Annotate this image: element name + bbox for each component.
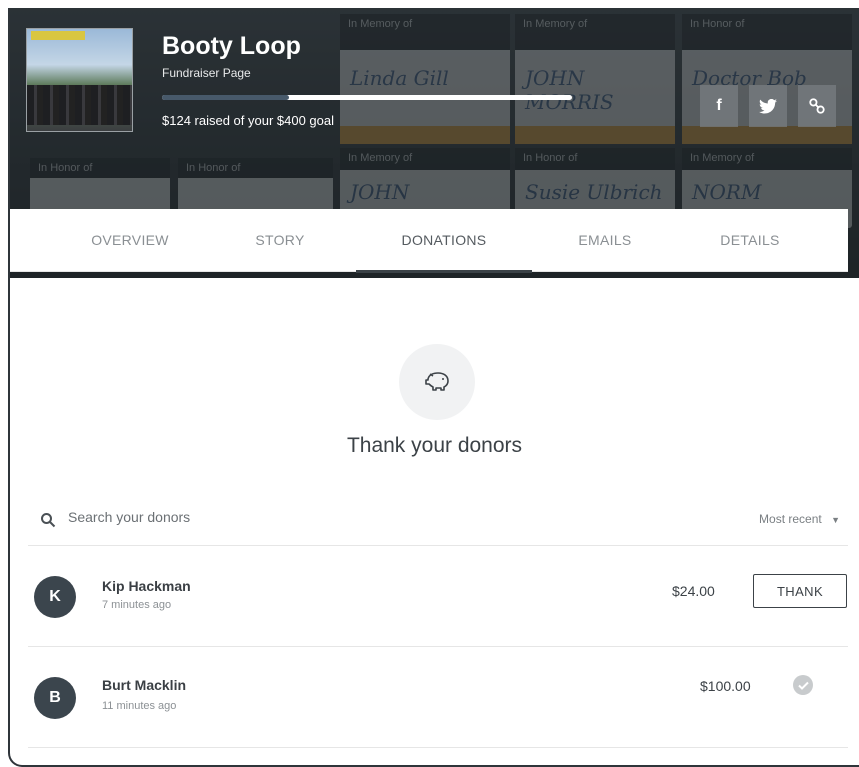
donor-search-bar: Most recent ▼ — [28, 507, 848, 546]
donor-search-input[interactable] — [68, 509, 488, 525]
avatar: B — [34, 677, 76, 719]
tab-emails[interactable]: EMAILS — [550, 209, 660, 271]
donation-amount: $100.00 — [700, 678, 751, 694]
donation-time: 7 minutes ago — [102, 599, 172, 611]
avatar: K — [34, 576, 76, 618]
copy-link-button[interactable] — [798, 85, 836, 127]
piggy-bank-badge — [399, 344, 475, 420]
twitter-icon — [759, 98, 777, 114]
raised-amount-text: $124 raised of your $400 goal — [162, 113, 335, 128]
chevron-down-icon: ▼ — [831, 515, 840, 525]
facebook-icon: f — [716, 97, 722, 114]
fundraiser-page: In Memory of Linda Gill In Memory of JOHN … — [8, 8, 859, 767]
twitter-share-button[interactable] — [749, 85, 787, 127]
page-title: Booty Loop — [162, 32, 301, 60]
piggy-bank-icon — [425, 372, 449, 391]
link-icon — [809, 98, 825, 114]
tab-details[interactable]: DETAILS — [690, 209, 810, 271]
thanked-check-icon — [793, 675, 813, 695]
donor-name: Burt Macklin — [102, 677, 187, 693]
donor-name: Kip Hackman — [102, 578, 191, 594]
fundraiser-thumbnail — [26, 28, 133, 132]
goal-progress-bar — [162, 95, 572, 100]
tab-story[interactable]: STORY — [230, 209, 330, 271]
thank-donors-heading: Thank your donors — [346, 434, 523, 457]
goal-progress-fill — [162, 95, 290, 100]
search-icon — [41, 513, 56, 528]
page-subtitle: Fundraiser Page — [162, 66, 251, 80]
donation-time: 11 minutes ago — [102, 700, 177, 712]
tab-donations[interactable]: DONATIONS — [356, 209, 532, 273]
thank-button[interactable]: THANK — [753, 574, 847, 608]
page-tabs: OVERVIEW STORY DONATIONS EMAILS DETAILS — [10, 209, 848, 273]
tab-overview[interactable]: OVERVIEW — [70, 209, 190, 271]
facebook-share-button[interactable]: f — [700, 85, 738, 127]
sort-dropdown[interactable]: Most recent ▼ — [759, 512, 840, 526]
sort-label: Most recent — [759, 512, 822, 526]
donor-row: B Burt Macklin 11 minutes ago $100.00 — [28, 647, 848, 748]
donation-amount: $24.00 — [672, 583, 715, 599]
donor-row: K Kip Hackman 7 minutes ago $24.00 THANK — [28, 546, 848, 647]
